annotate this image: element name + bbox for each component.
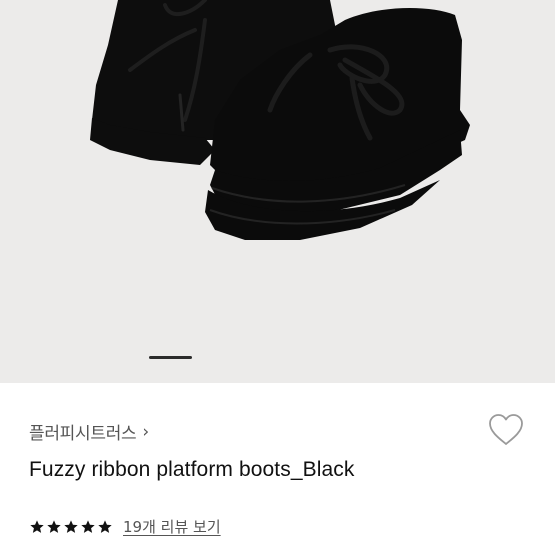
brand-name: 플러피시트러스 bbox=[29, 424, 137, 444]
product-info-panel: 플러피시트러스 › Fuzzy ribbon platform boots_Bl… bbox=[0, 383, 555, 555]
heart-outline-icon bbox=[489, 414, 523, 445]
chevron-right-icon: › bbox=[142, 421, 149, 442]
star-filled-icon bbox=[30, 519, 44, 533]
rating-row: 19개 리뷰 보기 bbox=[29, 516, 221, 537]
product-image-gallery[interactable] bbox=[0, 0, 555, 383]
wishlist-button[interactable] bbox=[488, 413, 524, 447]
carousel-indicator[interactable] bbox=[149, 356, 192, 359]
star-filled-icon bbox=[64, 519, 78, 533]
review-link[interactable]: 19개 리뷰 보기 bbox=[123, 516, 221, 537]
product-title: Fuzzy ribbon platform boots_Black bbox=[29, 458, 355, 481]
brand-link[interactable]: 플러피시트러스 › bbox=[29, 419, 149, 445]
star-filled-icon bbox=[98, 519, 112, 533]
star-rating bbox=[29, 519, 113, 535]
star-filled-icon bbox=[47, 519, 61, 533]
boots-photo bbox=[90, 0, 470, 240]
star-filled-icon bbox=[81, 519, 95, 533]
